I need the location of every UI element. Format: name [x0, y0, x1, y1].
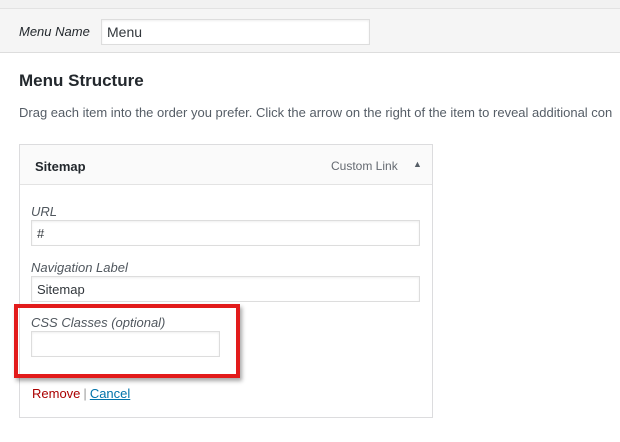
- navigation-label-label: Navigation Label: [31, 260, 128, 275]
- menu-structure-title: Menu Structure: [19, 71, 144, 90]
- menu-item-actions: Remove | Cancel: [32, 386, 130, 401]
- url-label: URL: [31, 204, 58, 219]
- css-classes-highlight-box: [14, 304, 240, 378]
- url-input[interactable]: [31, 220, 420, 246]
- actions-separator: |: [83, 386, 87, 401]
- menu-structure-instructions: Drag each item into the order you prefer…: [19, 105, 613, 120]
- collapse-arrow-icon[interactable]: ▲: [413, 159, 422, 169]
- top-divider: [0, 0, 620, 9]
- menu-item-title: Sitemap: [35, 159, 86, 174]
- menu-item-type: Custom Link: [331, 159, 398, 173]
- cancel-link[interactable]: Cancel: [90, 386, 130, 401]
- menu-header-bar: Menu Name: [0, 0, 620, 53]
- remove-link[interactable]: Remove: [32, 386, 80, 401]
- menu-name-label: Menu Name: [19, 24, 90, 39]
- menu-item-handle[interactable]: Sitemap Custom Link ▲: [20, 145, 432, 185]
- navigation-label-input[interactable]: [31, 276, 420, 302]
- menu-name-input[interactable]: [101, 19, 370, 45]
